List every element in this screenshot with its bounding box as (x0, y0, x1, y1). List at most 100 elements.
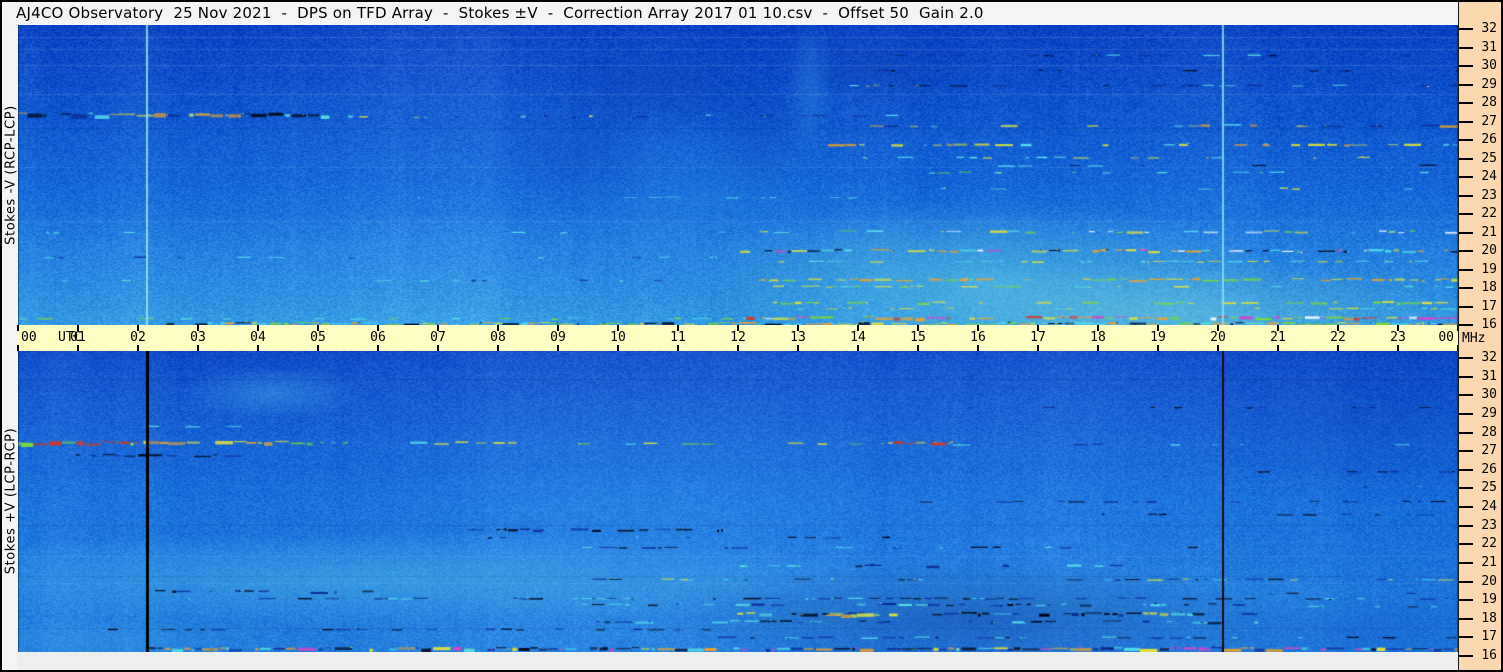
freq-tick (1459, 450, 1473, 453)
time-label-06: 06 (370, 330, 386, 345)
freq-label-25: 25 (1481, 150, 1497, 166)
freq-label-20: 20 (1481, 243, 1497, 258)
freq-tick (1459, 65, 1473, 67)
time-label-05: 05 (310, 330, 326, 345)
time-label-18: 18 (1090, 330, 1106, 345)
footer-strip (18, 652, 1458, 670)
freq-label-27: 27 (1481, 113, 1497, 129)
freq-tick (1459, 268, 1473, 271)
freq-tick (1459, 194, 1473, 197)
freq-tick (1459, 599, 1473, 602)
freq-tick (1459, 617, 1473, 620)
time-label-14: 14 (850, 330, 866, 345)
time-label-13: 13 (790, 330, 806, 345)
freq-label-21: 21 (1481, 554, 1497, 570)
freq-label-31: 31 (1481, 368, 1497, 384)
time-label-12: 12 (730, 330, 746, 345)
freq-label-24: 24 (1481, 499, 1497, 514)
time-axis-band: 00 01 02 03 04 05 06 07 08 09 10 11 12 13 14 15 16 17 18 19… (17, 325, 1459, 351)
time-label-19: 19 (1150, 330, 1166, 345)
freq-tick (1459, 139, 1473, 141)
freq-tick (1459, 157, 1473, 160)
time-label-22: 22 (1330, 330, 1346, 345)
time-label-17: 17 (1030, 330, 1046, 345)
panel-label-stokes-neg-v: Stokes -V (RCP-LCP) (3, 105, 19, 245)
freq-tick (1459, 305, 1473, 308)
freq-label-19: 19 (1481, 261, 1497, 277)
freq-tick (1459, 394, 1473, 397)
freq-tick (1459, 655, 1473, 657)
freq-tick (1459, 636, 1473, 639)
freq-label-21: 21 (1481, 224, 1497, 240)
time-label-00-end: 00 (1438, 330, 1454, 345)
title-bar: AJ4CO Observatory 25 Nov 2021 - DPS on T… (2, 2, 1458, 25)
freq-tick (1459, 468, 1473, 471)
freq-tick (1459, 412, 1473, 415)
time-label-04: 04 (250, 330, 266, 345)
freq-label-23: 23 (1481, 517, 1497, 533)
freq-label-30: 30 (1481, 387, 1497, 403)
freq-tick (1459, 487, 1473, 490)
time-label-02: 02 (130, 330, 146, 345)
freq-label-23: 23 (1481, 187, 1497, 203)
freq-tick (1459, 357, 1473, 359)
freq-label-29: 29 (1481, 405, 1497, 421)
time-label-07: 07 (430, 330, 446, 345)
freq-label-18: 18 (1481, 280, 1497, 295)
freq-label-19: 19 (1481, 592, 1497, 608)
freq-label-27: 27 (1481, 443, 1497, 459)
freq-label-16: 16 (1481, 648, 1497, 663)
freq-tick (1459, 213, 1473, 215)
freq-tick (1459, 83, 1473, 86)
spectrogram-top-canvas (18, 25, 1458, 325)
freq-tick (1459, 324, 1473, 326)
freq-tick (1459, 120, 1473, 123)
freq-label-26: 26 (1481, 461, 1497, 477)
freq-tick (1459, 543, 1473, 546)
time-label-03: 03 (190, 330, 206, 345)
freq-tick (1459, 375, 1473, 378)
freq-label-32: 32 (1481, 21, 1497, 36)
time-label-20: 20 (1210, 330, 1226, 345)
time-label-08: 08 (490, 330, 506, 345)
time-label-21: 21 (1270, 330, 1286, 345)
freq-tick (1459, 176, 1473, 178)
freq-label-26: 26 (1481, 132, 1497, 147)
time-axis-utc-label: UTC (58, 330, 82, 345)
freq-tick (1459, 561, 1473, 564)
time-label-09: 09 (550, 330, 566, 345)
time-label-10: 10 (610, 330, 626, 345)
time-label-23: 23 (1390, 330, 1406, 345)
freq-label-25: 25 (1481, 480, 1497, 496)
freq-label-32: 32 (1481, 350, 1497, 365)
freq-label-30: 30 (1481, 58, 1497, 73)
freq-label-24: 24 (1481, 169, 1497, 184)
freq-label-17: 17 (1481, 629, 1497, 645)
freq-label-29: 29 (1481, 76, 1497, 92)
spectrogram-bottom-canvas (18, 351, 1458, 652)
time-label-15: 15 (910, 330, 926, 345)
freq-tick (1459, 287, 1473, 289)
freq-label-31: 31 (1481, 39, 1497, 55)
spectrograph-window: AJ4CO Observatory 25 Nov 2021 - DPS on T… (0, 0, 1503, 672)
freq-tick (1459, 231, 1473, 234)
freq-tick (1459, 580, 1473, 583)
freq-label-28: 28 (1481, 95, 1497, 110)
freq-label-22: 22 (1481, 536, 1497, 552)
freq-tick (1459, 506, 1473, 508)
time-label-11: 11 (670, 330, 686, 345)
mhz-unit-label: MHz (1462, 331, 1486, 346)
time-label-16: 16 (970, 330, 986, 345)
frequency-axis-column: MHz 32 31 30 29 28 27 26 25 24 23 22 21 20 19 18 17 16 32… (1458, 2, 1501, 670)
panel-label-stokes-pos-v: Stokes +V (LCP-RCP) (3, 427, 19, 575)
freq-tick (1459, 46, 1473, 49)
freq-tick (1459, 524, 1473, 527)
freq-label-17: 17 (1481, 298, 1497, 314)
freq-tick (1459, 28, 1473, 30)
freq-label-22: 22 (1481, 206, 1497, 221)
time-tick (17, 325, 19, 331)
freq-tick (1459, 102, 1473, 104)
freq-label-18: 18 (1481, 610, 1497, 626)
freq-tick (1459, 250, 1473, 252)
freq-tick (1459, 431, 1473, 434)
